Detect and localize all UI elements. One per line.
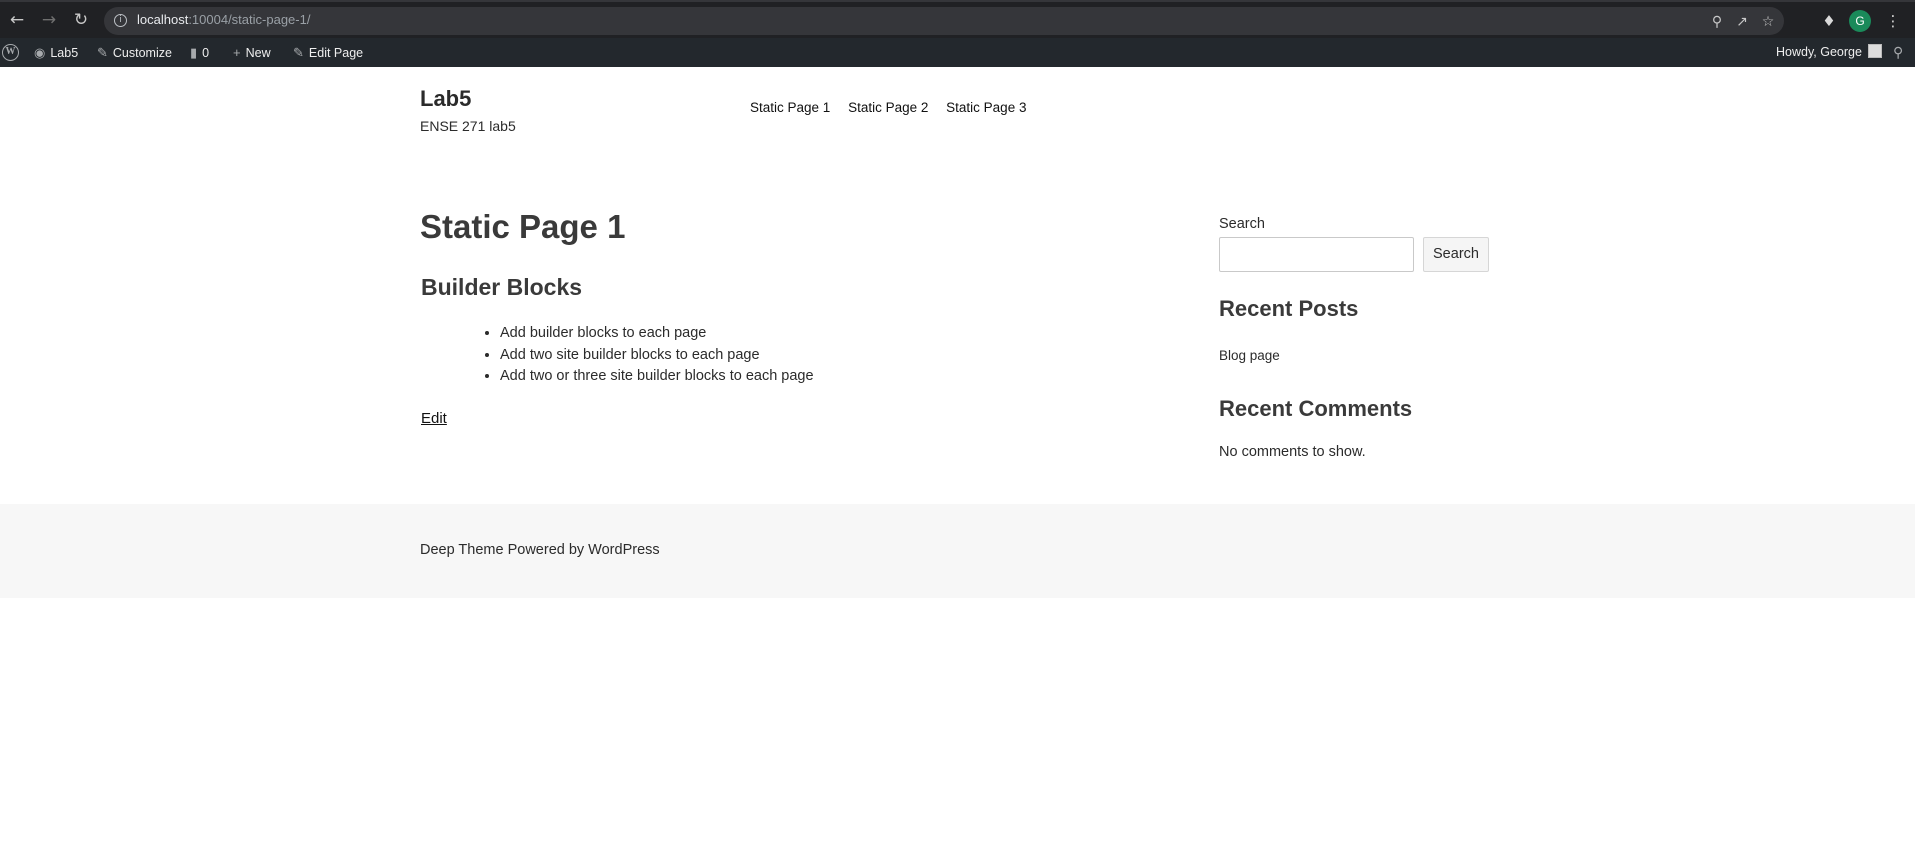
share-icon[interactable]: ↗: [1732, 12, 1752, 32]
recent-post-link[interactable]: Blog page: [1219, 348, 1280, 363]
nav-item-static-page-3[interactable]: Static Page 3: [946, 100, 1026, 115]
search-input[interactable]: [1219, 237, 1414, 272]
no-comments-text: No comments to show.: [1219, 444, 1366, 460]
comment-icon: ▮: [190, 45, 198, 60]
plus-icon: +: [233, 45, 241, 60]
page-title: Static Page 1: [420, 208, 626, 245]
edit-link[interactable]: Edit: [421, 410, 447, 427]
admin-bar-site-link[interactable]: ◉ Lab5: [34, 38, 78, 67]
nav-item-static-page-1[interactable]: Static Page 1: [750, 100, 830, 115]
browser-menu-icon[interactable]: ⋮: [1882, 10, 1904, 32]
wordpress-logo-icon[interactable]: W: [2, 44, 19, 61]
site-footer: Deep Theme Powered by WordPress: [0, 504, 1915, 598]
bookmark-star-icon[interactable]: ☆: [1758, 12, 1778, 32]
recent-posts-heading: Recent Posts: [1219, 296, 1359, 321]
pencil-icon: ✎: [293, 45, 304, 60]
search-label: Search: [1219, 216, 1265, 232]
site-description: ENSE 271 lab5: [420, 118, 516, 134]
search-button[interactable]: Search: [1423, 237, 1489, 272]
admin-bar-new[interactable]: + New: [233, 38, 271, 67]
profile-avatar[interactable]: G: [1849, 10, 1871, 32]
forward-icon[interactable]: →: [38, 9, 60, 31]
site-info-icon[interactable]: i: [114, 14, 127, 27]
list-item: Add two site builder blocks to each page: [500, 345, 814, 367]
dashboard-icon: ◉: [34, 45, 46, 60]
primary-navigation: Static Page 1 Static Page 2 Static Page …: [750, 100, 1040, 115]
recent-comments-heading: Recent Comments: [1219, 396, 1413, 421]
footer-credit: Deep Theme Powered by WordPress: [420, 542, 660, 558]
builder-blocks-list: Add builder blocks to each page Add two …: [500, 323, 814, 388]
section-heading: Builder Blocks: [421, 274, 583, 300]
list-item: Add builder blocks to each page: [500, 323, 814, 345]
back-icon[interactable]: ←: [6, 9, 28, 31]
brush-icon: ✎: [97, 45, 108, 60]
admin-search-icon[interactable]: ⚲: [1893, 38, 1903, 67]
admin-bar-customize[interactable]: ✎ Customize: [97, 38, 172, 67]
list-item: Add two or three site builder blocks to …: [500, 366, 814, 388]
address-bar[interactable]: i localhost:10004/static-page-1/ ⚲ ↗ ☆: [104, 7, 1784, 35]
wp-admin-bar: W ◉ Lab5 ✎ Customize ▮ 0 + New ✎ Edit Page Ho…: [0, 38, 1915, 67]
url-text: localhost:10004/static-page-1/: [137, 12, 311, 27]
admin-bar-edit-page[interactable]: ✎ Edit Page: [293, 38, 363, 67]
user-avatar: [1867, 44, 1882, 58]
browser-toolbar: ← → ↻ i localhost:10004/static-page-1/ ⚲…: [0, 0, 1915, 38]
admin-bar-account[interactable]: Howdy, George: [1776, 38, 1882, 67]
zoom-icon[interactable]: ⚲: [1707, 12, 1727, 32]
reload-icon[interactable]: ↻: [70, 9, 92, 31]
site-title[interactable]: Lab5: [420, 86, 471, 112]
extensions-icon[interactable]: ♦: [1818, 10, 1840, 32]
admin-bar-comments[interactable]: ▮ 0: [190, 38, 209, 67]
nav-item-static-page-2[interactable]: Static Page 2: [848, 100, 928, 115]
